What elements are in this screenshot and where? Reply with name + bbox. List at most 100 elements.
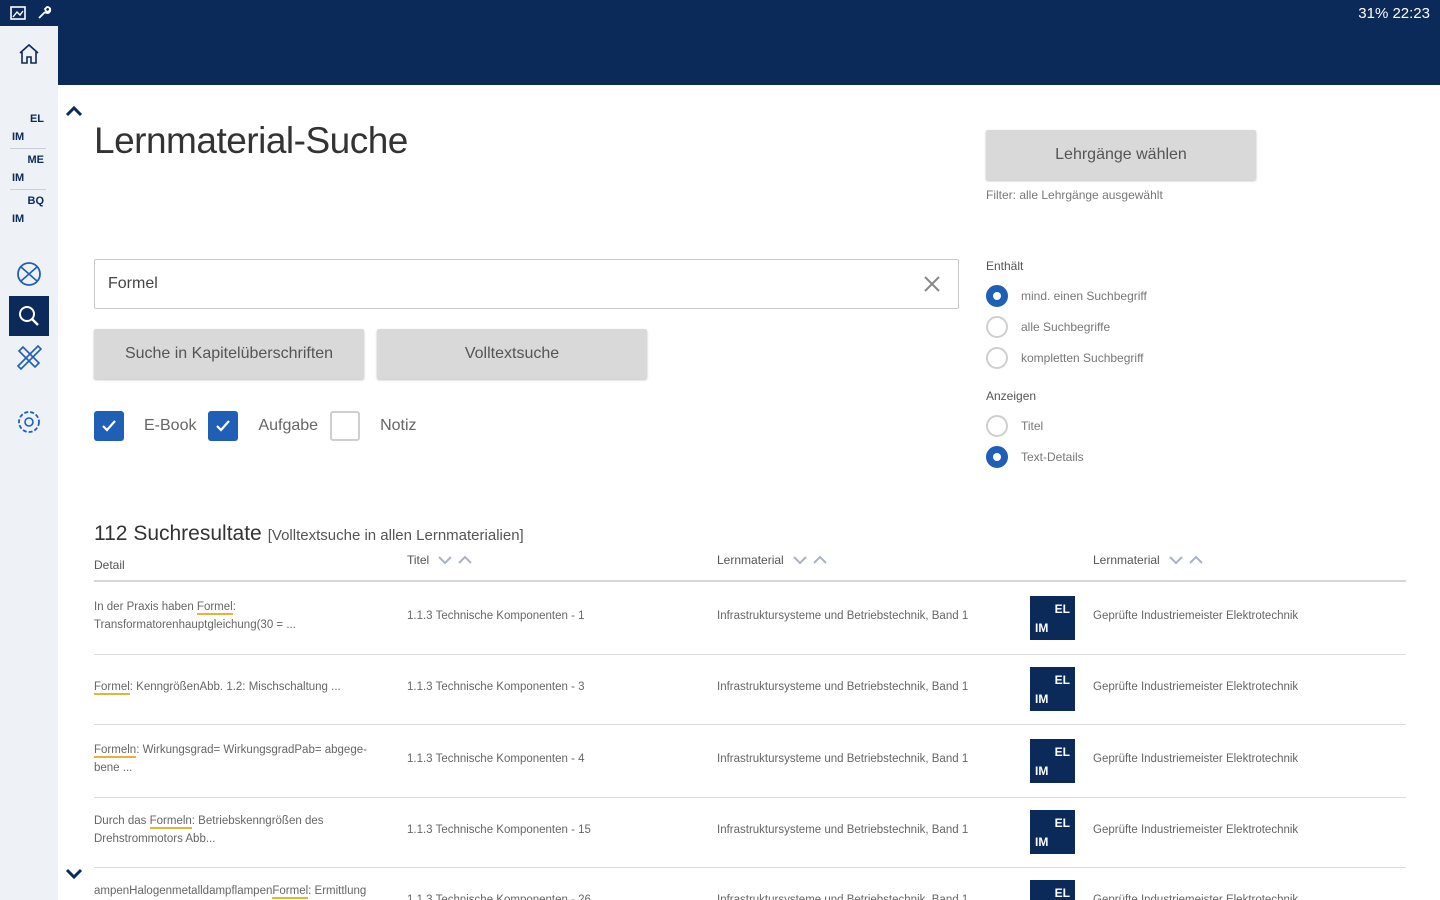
type-filter-checkboxes: E-Book Aufgabe Notiz [94,411,429,441]
checkbox-notiz[interactable] [330,411,361,441]
course-tag-bottom: IM [12,131,25,143]
table-row[interactable]: Durch das Formeln: Betriebskenngrößen de… [94,798,1406,868]
radio-label: mind. einen Suchbegriff [1021,289,1147,303]
checkbox-aufgabe[interactable] [208,411,239,441]
course-tag-bottom: IM [12,213,25,225]
checkbox-notiz-label: Notiz [380,417,417,434]
row-detail: In der Praxis haben Formel: Transformato… [94,598,384,634]
course-badge: EL IM [1030,739,1075,783]
sort-controls[interactable] [792,554,828,566]
status-left-icons [10,5,52,21]
home-button[interactable] [9,34,49,74]
row-detail: Durch das Formeln: Betriebskenngrößen de… [94,812,384,848]
row-detail: Formeln: Wirkungsgrad= WirkungsgradPab= … [94,741,384,777]
results-count-text: 112 Suchresultate [94,522,262,545]
sort-desc-icon[interactable] [792,554,808,566]
results-scope: [Volltextsuche in allen Lernmaterialien] [267,527,524,544]
badge-bottom: IM [1035,835,1049,849]
badge-bottom: IM [1035,764,1049,778]
badge-bottom: IM [1035,692,1049,706]
radio-label: kompletten Suchbegriff [1021,351,1144,365]
detail-text: : Ermittlung [308,885,367,897]
sort-desc-icon[interactable] [437,554,453,566]
sort-desc-icon[interactable] [1168,554,1184,566]
scroll-down-button[interactable] [64,866,84,882]
row-detail: Formel: KenngrößenAbb. 1.2: Mischschaltu… [94,678,384,696]
close-icon[interactable] [922,274,942,294]
results-count: 112 Suchresultate [Volltextsuche in allen… [94,522,524,546]
detail-highlight: Formeln [94,744,137,758]
radio-any-term[interactable]: mind. einen Suchbegriff [986,285,1147,307]
checkbox-ebook-label: E-Book [144,417,197,434]
detail-highlight: Formeln [149,815,192,829]
row-course: Geprüfte Industriemeister Elektrotechnik [1093,824,1299,836]
course-el-im[interactable]: EL IM [10,113,46,147]
globe-icon [17,262,41,286]
row-titel: 1.1.3 Technische Komponenten - 15 [407,824,591,836]
chevron-down-icon [65,868,83,880]
course-bq-im[interactable]: BQ IM [10,195,46,229]
detail-text: In der Praxis haben [94,601,197,613]
column-detail: Detail [94,558,125,572]
scroll-up-button[interactable] [64,103,84,119]
row-material: Infrastruktursysteme und Betriebstechnik… [717,894,969,900]
globe-button[interactable] [9,254,49,294]
checkbox-ebook[interactable] [94,411,124,441]
radio-complete-term[interactable]: kompletten Suchbegriff [986,347,1144,369]
badge-top: EL [1054,602,1070,616]
status-right: 31% 22:23 [1358,5,1430,22]
detail-highlight: Formel [272,885,309,899]
filter-note: Filter: alle Lehrgänge ausgewählt [986,188,1163,202]
sort-controls[interactable] [1168,554,1204,566]
row-titel: 1.1.3 Technische Komponenten - 26 [407,894,591,900]
tools-button[interactable] [9,337,49,377]
badge-bottom: IM [1035,621,1049,635]
radio-all-terms[interactable]: alle Suchbegriffe [986,316,1110,338]
radio-button[interactable] [986,415,1008,437]
radio-button[interactable] [986,347,1008,369]
radio-button[interactable] [986,316,1008,338]
sort-asc-icon[interactable] [812,554,828,566]
column-material[interactable]: Lernmaterial [717,553,828,567]
sort-asc-icon[interactable] [1188,554,1204,566]
row-titel: 1.1.3 Technische Komponenten - 3 [407,681,585,693]
badge-top: EL [1054,745,1070,759]
image-notification-icon [10,6,26,20]
search-chapter-titles-button[interactable]: Suche in Kapitelüberschriften [94,329,364,379]
fulltext-search-button[interactable]: Volltextsuche [377,329,647,379]
column-course[interactable]: Lernmaterial [1093,553,1204,567]
course-tag-top: ME [27,154,45,166]
radio-label: Titel [1021,419,1044,433]
radio-show-text-details[interactable]: Text-Details [986,446,1084,468]
radio-show-title[interactable]: Titel [986,415,1043,437]
contains-heading: Enthält [986,259,1024,273]
gear-icon [18,411,40,433]
search-nav-button[interactable] [9,296,49,336]
course-me-im[interactable]: ME IM [10,154,46,188]
sort-controls[interactable] [437,554,473,566]
course-tag-bottom: IM [12,172,25,184]
detail-highlight: Formel [196,601,233,615]
choose-courses-button[interactable]: Lehrgänge wählen [986,130,1256,180]
sort-asc-icon[interactable] [457,554,473,566]
home-icon [19,43,39,64]
radio-button[interactable] [986,285,1008,307]
table-row[interactable]: ampenHalogenmetalldampflampenFormel: Erm… [94,868,1406,900]
table-row[interactable]: In der Praxis haben Formel: Transformato… [94,582,1406,655]
row-course: Geprüfte Industriemeister Elektrotechnik [1093,753,1299,765]
table-row[interactable]: Formeln: Wirkungsgrad= WirkungsgradPab= … [94,725,1406,798]
radio-button[interactable] [986,446,1008,468]
row-material: Infrastruktursysteme und Betriebstechnik… [717,753,969,765]
detail-text: Durch das [94,815,150,827]
show-heading: Anzeigen [986,389,1037,403]
settings-button[interactable] [9,402,49,442]
system-status-bar: 31% 22:23 [0,0,1440,26]
course-divider [10,189,46,190]
badge-top: EL [1054,673,1070,687]
course-tag-top: BQ [27,195,45,207]
search-input[interactable]: Formel [94,259,959,309]
table-row[interactable]: Formel: KenngrößenAbb. 1.2: Mischschaltu… [94,655,1406,725]
row-material: Infrastruktursysteme und Betriebstechnik… [717,681,969,693]
column-titel[interactable]: Titel [407,553,473,567]
wrench-notification-icon [38,6,52,19]
